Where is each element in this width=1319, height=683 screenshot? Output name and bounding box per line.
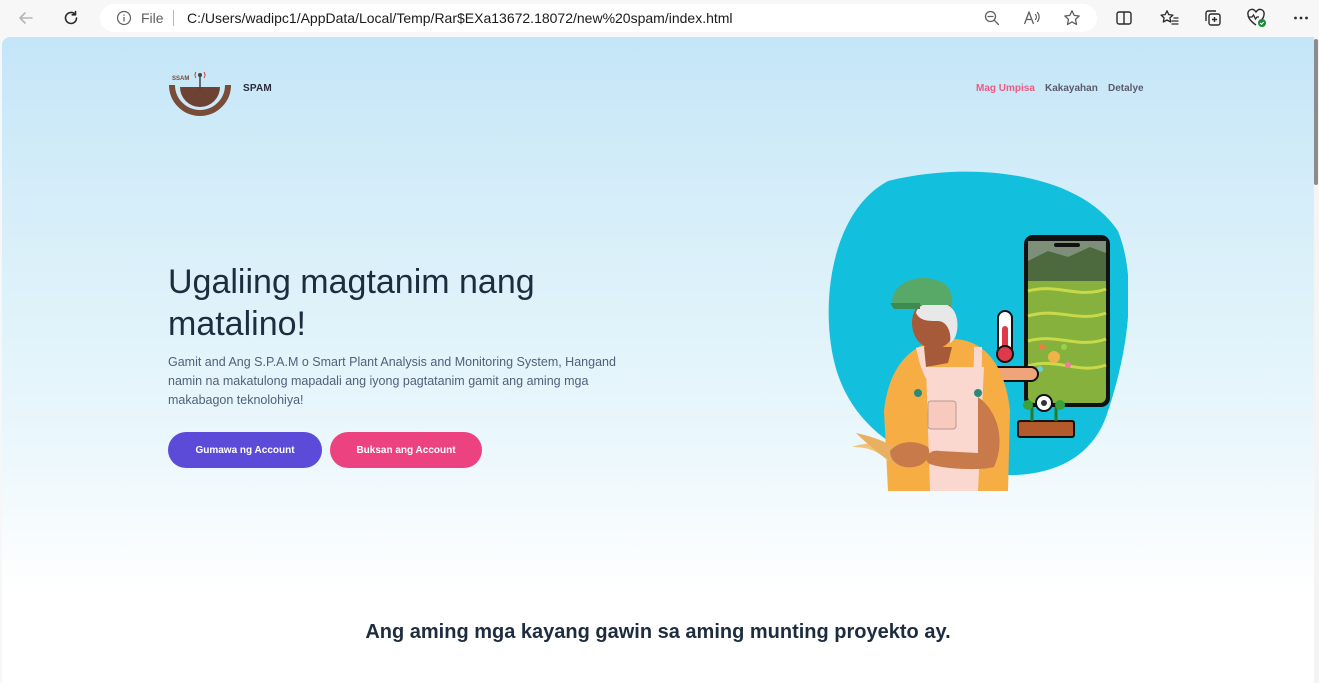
nav-link-kakayahan[interactable]: Kakayahan: [1045, 83, 1098, 94]
collections-icon: [1205, 10, 1221, 26]
split-screen-button[interactable]: [1112, 6, 1136, 30]
star-icon: [1064, 10, 1080, 26]
file-scheme-label: File: [141, 10, 164, 26]
more-options-button[interactable]: [1289, 6, 1313, 30]
thermometer-icon: [996, 310, 1014, 363]
collections-button[interactable]: [1201, 6, 1225, 30]
create-account-button[interactable]: Gumawa ng Account: [168, 432, 322, 468]
open-account-button[interactable]: Buksan ang Account: [330, 432, 482, 468]
scrollbar-thumb[interactable]: [1314, 39, 1318, 185]
site-logo[interactable]: SSAM: [168, 68, 232, 118]
back-button[interactable]: [14, 6, 38, 30]
hero-title: Ugaliing magtanim nang matalino!: [168, 263, 535, 343]
url-text[interactable]: C:/Users/wadipc1/AppData/Local/Temp/Rar$…: [187, 10, 733, 26]
favorites-list-icon: [1160, 10, 1179, 25]
browser-essentials-button[interactable]: [1245, 6, 1269, 30]
read-aloud-button[interactable]: [1022, 8, 1042, 28]
farmer-phone-illustration: [828, 171, 1128, 491]
address-bar[interactable]: File C:/Users/wadipc1/AppData/Local/Temp…: [100, 4, 1097, 32]
page-viewport: SSAM SPAM Mag Umpisa Kakayahan Detalye U…: [2, 37, 1314, 683]
features-section-title: Ang aming mga kayang gawin sa aming munt…: [365, 621, 951, 643]
logo-bowl-icon: SSAM: [169, 71, 231, 116]
nav-link-detalye[interactable]: Detalye: [1108, 83, 1144, 94]
read-aloud-icon: [1023, 11, 1040, 25]
split-screen-icon: [1116, 11, 1132, 25]
zoom-out-icon: [984, 10, 1000, 26]
nav-link-mag-umpisa[interactable]: Mag Umpisa: [976, 83, 1035, 94]
back-arrow-icon: [19, 12, 33, 24]
favorites-button[interactable]: [1157, 6, 1181, 30]
favorite-button[interactable]: [1062, 8, 1082, 28]
logo-text: SSAM: [172, 76, 189, 82]
hero-description: Gamit and Ang S.P.A.M o Smart Plant Anal…: [168, 355, 616, 407]
phone-icon: [1024, 235, 1110, 407]
more-dots-icon: [1294, 16, 1308, 20]
brand-name[interactable]: SPAM: [243, 83, 272, 94]
address-separator: [173, 10, 174, 26]
refresh-button[interactable]: [59, 6, 83, 30]
page-scrollbar[interactable]: [1314, 37, 1319, 683]
info-icon[interactable]: [116, 10, 132, 26]
heart-pulse-icon: [1247, 8, 1266, 27]
zoom-out-button[interactable]: [982, 8, 1002, 28]
browser-toolbar: File C:/Users/wadipc1/AppData/Local/Temp…: [0, 0, 1319, 36]
refresh-icon: [64, 10, 78, 25]
